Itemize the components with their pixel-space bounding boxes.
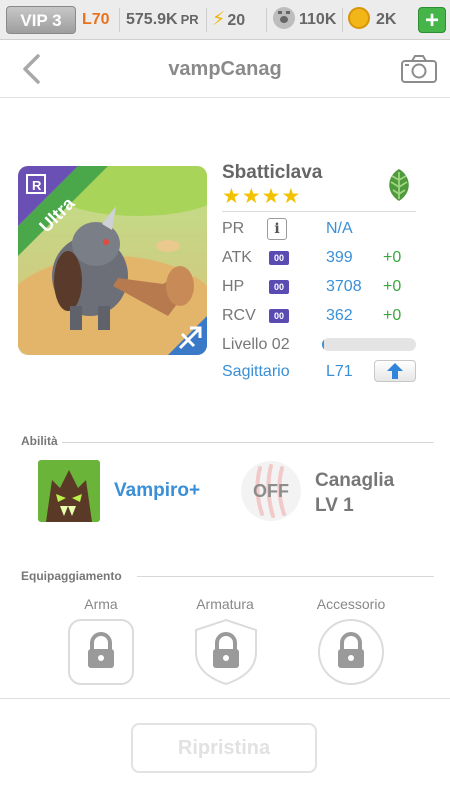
stat-value-pr: N/A <box>326 220 353 237</box>
section-title-equipment: Equipaggiamento <box>21 569 122 583</box>
paw-currency[interactable]: 110K <box>273 0 336 40</box>
svg-text:R: R <box>32 178 42 193</box>
stat-label-atk: ATK <box>222 249 252 266</box>
stat-value-rcv: 362 <box>326 307 353 324</box>
coin-value: 2K <box>376 11 397 28</box>
equip-label-weapon: Arma <box>84 596 118 612</box>
player-level: L70 <box>82 11 110 28</box>
stat-label-pr: PR <box>222 220 245 237</box>
divider <box>266 8 267 32</box>
energy-value: 20 <box>227 12 246 29</box>
zodiac-level: L71 <box>326 363 353 380</box>
active-skill-name[interactable]: Vampiro+ <box>114 480 200 502</box>
divider <box>119 8 120 32</box>
stat-bonus-hp: +0 <box>383 278 402 295</box>
pet-portrait[interactable]: Ultra R <box>18 166 207 355</box>
level-label: Livello 02 <box>222 336 290 353</box>
reset-button[interactable]: Ripristina <box>131 723 317 773</box>
vampire-skill-icon <box>38 460 100 522</box>
divider <box>206 8 207 32</box>
equip-label-armor: Armatura <box>196 596 254 612</box>
star-rating: ★★★★ <box>222 185 302 208</box>
stat-label-rcv: RCV <box>222 307 256 324</box>
title-bar: vampCanag <box>0 40 450 98</box>
divider <box>137 576 434 577</box>
leader-skill[interactable]: Canaglia LV 1 <box>315 468 394 518</box>
add-currency-button[interactable]: + <box>418 7 446 33</box>
vip-badge[interactable]: VIP 3 <box>6 6 76 34</box>
leader-skill-name: Canaglia <box>315 470 395 491</box>
coin-icon <box>348 7 370 29</box>
upgrade-arrow-icon <box>387 363 403 379</box>
plus-badge-hp: 00 <box>269 280 289 294</box>
passive-skill-state[interactable]: OFF <box>240 460 302 522</box>
xp-progress-bar <box>322 338 416 351</box>
plus-badge-atk: 00 <box>269 251 289 265</box>
equip-label-accessory: Accessorio <box>316 596 386 612</box>
equip-slot-armor[interactable] <box>192 618 260 686</box>
plus-badge-rcv: 00 <box>269 309 289 323</box>
leader-skill-level: LV 1 <box>315 495 354 516</box>
equip-slot-weapon[interactable] <box>67 618 135 686</box>
equip-slot-accessory[interactable] <box>317 618 385 686</box>
leaf-element-icon <box>381 167 417 203</box>
upgrade-zodiac-button[interactable] <box>374 360 416 382</box>
paw-icon <box>273 7 295 29</box>
xp-progress-fill <box>322 338 324 351</box>
power-rating-unit: PR <box>180 12 199 27</box>
info-icon[interactable]: i <box>267 218 287 240</box>
coin-currency[interactable]: 2K <box>348 0 396 40</box>
stat-bonus-atk: +0 <box>383 249 402 266</box>
stat-bonus-rcv: +0 <box>383 307 402 324</box>
divider <box>0 698 450 699</box>
section-title-abilities: Abilità <box>21 434 58 448</box>
divider <box>222 211 416 212</box>
stat-label-hp: HP <box>222 278 245 295</box>
stat-value-atk: 399 <box>326 249 353 266</box>
divider <box>342 8 343 32</box>
energy[interactable]: ⚡ 20 <box>212 0 245 40</box>
pet-name: Sbatticlava <box>222 162 323 183</box>
power-rating-value: 575.9K <box>126 11 178 28</box>
stat-value-hp: 3708 <box>326 278 362 295</box>
status-bar: VIP 3 L70 575.9K PR ⚡ 20 110K 2K + <box>0 0 450 40</box>
page-title: vampCanag <box>168 58 282 80</box>
zodiac-name[interactable]: Sagittario <box>222 363 290 381</box>
active-skill-icon[interactable] <box>38 460 100 522</box>
power-rating: 575.9K PR <box>126 0 199 40</box>
divider <box>62 442 434 443</box>
paw-value: 110K <box>299 11 337 28</box>
pet-artwork: Ultra R <box>18 166 207 355</box>
energy-icon: ⚡ <box>212 9 226 30</box>
camera-icon[interactable] <box>400 54 438 84</box>
